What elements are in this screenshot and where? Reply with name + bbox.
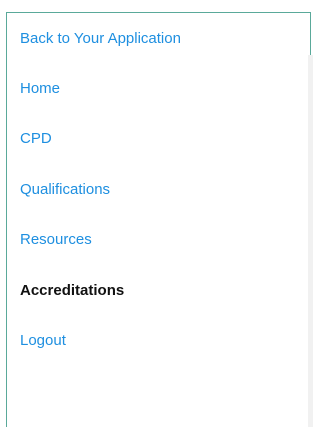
nav-item-label[interactable]: CPD [20,130,52,147]
nav-item-accreditations: Accreditations [7,265,310,316]
nav-item-qualifications[interactable]: Qualifications [7,164,310,215]
nav-item-resources[interactable]: Resources [7,215,310,266]
nav-item-label[interactable]: Home [20,80,60,97]
nav-item-cpd[interactable]: CPD [7,114,310,165]
nav-item-logout[interactable]: Logout [7,316,310,367]
nav-item-label[interactable]: Back to Your Application [20,30,181,47]
content-edge-strip [308,55,313,427]
nav-list: Back to Your Application Home CPD Qualif… [7,13,310,366]
navigation-panel: Back to Your Application Home CPD Qualif… [6,12,311,427]
nav-item-label[interactable]: Qualifications [20,181,110,198]
nav-item-back-to-application[interactable]: Back to Your Application [7,13,310,63]
nav-item-home[interactable]: Home [7,63,310,114]
nav-item-label[interactable]: Resources [20,231,92,248]
nav-item-label[interactable]: Logout [20,332,66,349]
nav-item-label: Accreditations [20,281,125,299]
